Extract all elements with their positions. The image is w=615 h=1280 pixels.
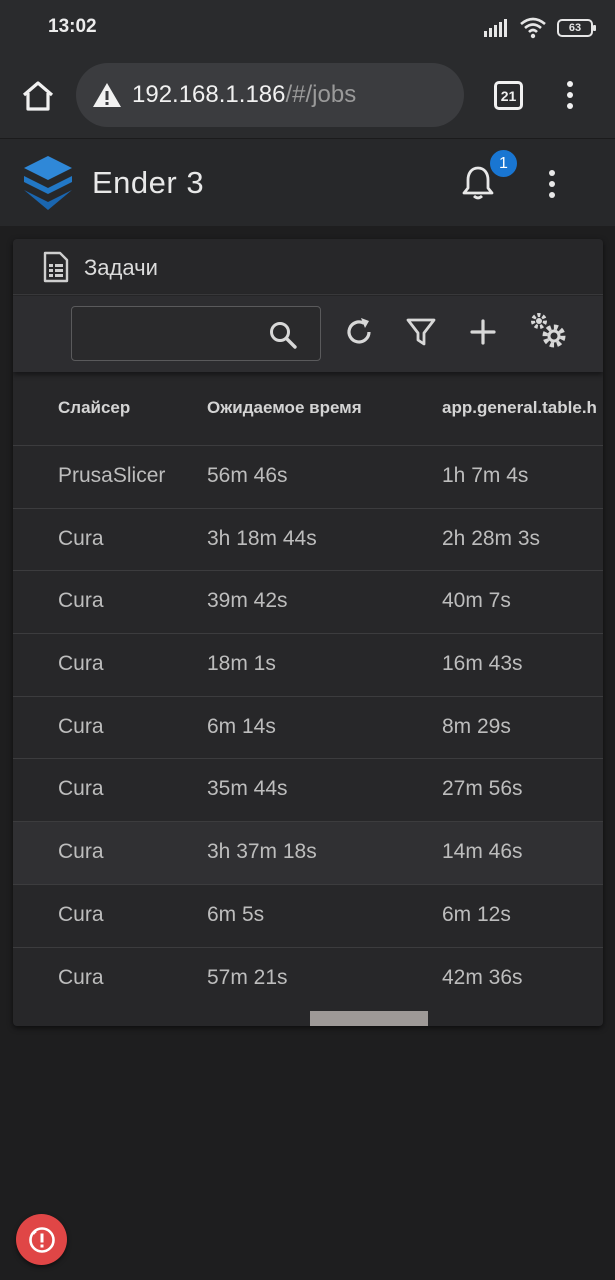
cell-print-time: 27m 56s: [442, 777, 523, 801]
cell-estimated-time: 3h 37m 18s: [207, 840, 317, 864]
status-time: 13:02: [48, 16, 97, 37]
cell-slicer: Cura: [58, 652, 104, 676]
settings-gears-icon[interactable]: [528, 310, 568, 350]
jobs-card: Задачи Слайсер Ожидаемое время app.gener…: [13, 239, 603, 1026]
table-row[interactable]: Cura 57m 21s 42m 36s: [13, 948, 603, 1011]
add-icon[interactable]: [466, 315, 500, 349]
alert-icon: [28, 1226, 55, 1253]
refresh-icon[interactable]: [342, 315, 376, 349]
cell-estimated-time: 3h 18m 44s: [207, 526, 317, 550]
cell-estimated-time: 6m 14s: [207, 714, 276, 738]
cell-print-time: 14m 46s: [442, 840, 523, 864]
cell-estimated-time: 6m 5s: [207, 902, 265, 926]
cell-slicer: Cura: [58, 589, 104, 613]
emergency-stop-button[interactable]: [16, 1214, 67, 1265]
url-text[interactable]: 192.168.1.186/#/jobs: [132, 81, 356, 109]
table-row[interactable]: Cura 6m 5s 6m 12s: [13, 885, 603, 948]
column-header-estimated-time[interactable]: Ожидаемое время: [207, 398, 362, 418]
address-bar[interactable]: 192.168.1.186/#/jobs: [76, 63, 464, 127]
cell-estimated-time: 35m 44s: [207, 777, 288, 801]
table-row[interactable]: Cura 6m 14s 8m 29s: [13, 697, 603, 760]
tab-switcher-button[interactable]: 21: [494, 81, 523, 110]
cell-print-time: 6m 12s: [442, 902, 511, 926]
horizontal-scrollbar[interactable]: [310, 1011, 428, 1026]
notification-badge[interactable]: 1: [488, 148, 519, 179]
home-icon[interactable]: [20, 78, 56, 114]
cell-print-time: 16m 43s: [442, 652, 523, 676]
browser-toolbar: 192.168.1.186/#/jobs 21: [0, 56, 615, 138]
warning-icon[interactable]: [92, 82, 122, 108]
cell-slicer: Cura: [58, 840, 104, 864]
cell-print-time: 8m 29s: [442, 714, 511, 738]
app-title: Ender 3: [92, 165, 205, 200]
card-header: Задачи: [13, 239, 603, 295]
search-field[interactable]: [71, 306, 321, 361]
cell-print-time: 2h 28m 3s: [442, 526, 541, 550]
status-bar: 13:02 63: [0, 0, 615, 56]
cell-estimated-time: 56m 46s: [207, 464, 288, 487]
wifi-icon: [520, 17, 546, 39]
table-row[interactable]: Cura 18m 1s 16m 43s: [13, 634, 603, 697]
cell-print-time: 40m 7s: [442, 589, 511, 613]
more-vert-icon[interactable]: [542, 167, 562, 201]
cell-estimated-time: 39m 42s: [207, 589, 288, 613]
filter-icon[interactable]: [404, 315, 438, 349]
table-row[interactable]: PrusaSlicer 56m 46s 1h 7m 4s: [13, 446, 603, 509]
signal-icon: [484, 19, 507, 37]
more-vert-icon[interactable]: [560, 78, 580, 112]
status-icons: 63: [483, 16, 596, 40]
table-row[interactable]: Cura 39m 42s 40m 7s: [13, 571, 603, 635]
jobs-table: Слайсер Ожидаемое время app.general.tabl…: [13, 372, 603, 1010]
table-row[interactable]: Cura 35m 44s 27m 56s: [13, 759, 603, 823]
battery-icon: 63: [557, 19, 596, 37]
search-input[interactable]: [82, 317, 262, 351]
cell-estimated-time: 57m 21s: [207, 965, 288, 989]
app-bar: Ender 3 1: [0, 138, 615, 226]
search-icon[interactable]: [268, 320, 298, 350]
table-row[interactable]: Cura 3h 18m 44s 2h 28m 3s: [13, 509, 603, 572]
document-icon: [43, 251, 69, 283]
cell-slicer: Cura: [58, 902, 104, 926]
url-path: /#/jobs: [285, 81, 357, 108]
table-header: Слайсер Ожидаемое время app.general.tabl…: [13, 372, 603, 446]
cell-slicer: Cura: [58, 965, 104, 989]
cell-estimated-time: 18m 1s: [207, 652, 276, 676]
card-title: Задачи: [84, 255, 158, 280]
cell-slicer: Cura: [58, 777, 104, 801]
notification-count: 1: [499, 154, 508, 172]
url-host: 192.168.1.186: [132, 81, 286, 108]
cell-slicer: PrusaSlicer: [58, 464, 166, 487]
app-logo-icon: [24, 156, 72, 210]
cell-slicer: Cura: [58, 714, 104, 738]
tab-count: 21: [500, 87, 517, 104]
column-header-print-time[interactable]: app.general.table.h: [442, 398, 597, 418]
cell-print-time: 42m 36s: [442, 965, 523, 989]
column-header-slicer[interactable]: Слайсер: [58, 398, 130, 418]
cell-slicer: Cura: [58, 526, 104, 550]
jobs-toolbar: [13, 296, 603, 372]
battery-level: 63: [568, 22, 582, 34]
table-row[interactable]: Cura 3h 37m 18s 14m 46s: [13, 822, 603, 885]
cell-print-time: 1h 7m 4s: [442, 464, 529, 487]
